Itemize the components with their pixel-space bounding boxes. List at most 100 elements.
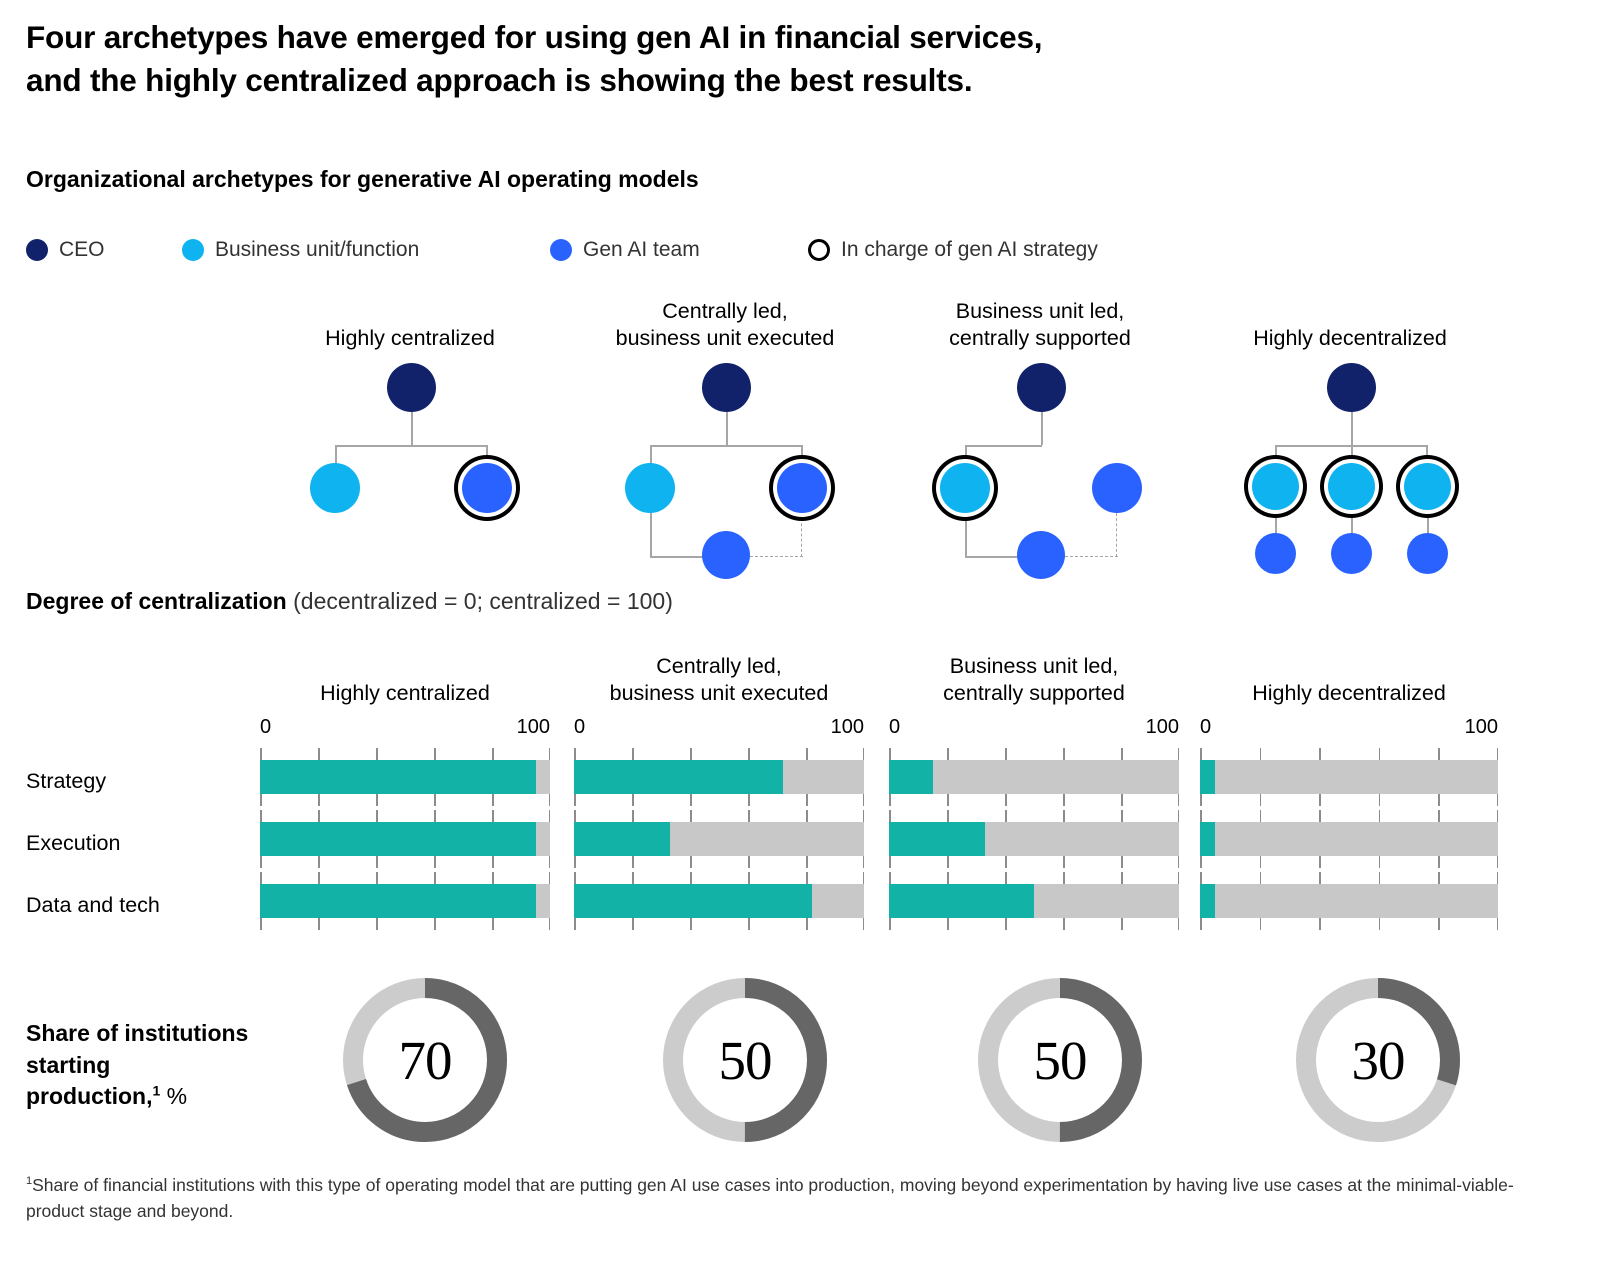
org-chart-row: Highly centralized Centrally led, busine… <box>0 295 1600 579</box>
connector-ceo-down-2 <box>726 412 728 445</box>
bar-row-data-tech-4 <box>1200 884 1498 918</box>
bar-group-title-2: Centrally led, business unit executed <box>574 650 864 708</box>
connector-horizontal-2 <box>650 445 802 447</box>
bar-fill-strategy-1 <box>260 760 536 794</box>
org-canvas-4 <box>1185 353 1515 574</box>
node-gen-ai-team-4a <box>1255 533 1296 574</box>
bar-fill-execution-1 <box>260 822 536 856</box>
legend-label-business-unit: Business unit/function <box>215 238 420 261</box>
gen-ai-team-dot-icon <box>550 239 572 261</box>
node-business-unit-in-charge-4b <box>1328 463 1375 510</box>
footnote-text: Share of financial institutions with thi… <box>26 1175 1514 1222</box>
legend-label-ceo: CEO <box>59 238 105 261</box>
section-label-archetypes: Organizational archetypes for generative… <box>26 166 699 192</box>
row-label-execution: Execution <box>26 831 121 855</box>
org-title-2-line1: Centrally led, <box>662 298 788 323</box>
connector-left-down-1 <box>335 445 337 465</box>
node-business-unit-in-charge-3 <box>940 463 990 513</box>
bar-fill-data-tech-3 <box>889 884 1034 918</box>
row-label-strategy: Strategy <box>26 769 107 793</box>
row-label-data-and-tech: Data and tech <box>26 893 160 917</box>
connector-left-down-4 <box>1275 445 1277 463</box>
bar-group-title-2-line1: Centrally led, <box>656 653 782 678</box>
donut-value-3: 50 <box>1033 1029 1088 1091</box>
connector-ceo-down-1 <box>411 412 413 445</box>
bar-fill-execution-2 <box>574 822 670 856</box>
org-title-1: Highly centralized <box>245 295 575 353</box>
bar-fill-execution-3 <box>889 822 985 856</box>
bar-group-centrally-led: Centrally led, business unit executed 0 … <box>574 650 865 968</box>
org-title-4-line1: Highly decentralized <box>1253 326 1447 351</box>
connector-dashed-bottom-2 <box>745 556 803 557</box>
title-line-2: and the highly centralized approach is s… <box>26 61 973 98</box>
plot-area-4 <box>1200 748 1498 968</box>
axis-high-4: 100 <box>1464 716 1498 738</box>
bar-row-execution-4 <box>1200 822 1498 856</box>
degree-of-centralization-label: Degree of centralization (decentralized … <box>26 588 673 615</box>
legend-item-business-unit: Business unit/function <box>182 238 419 262</box>
degree-label-normal: (decentralized = 0; centralized = 100) <box>286 588 673 614</box>
bar-group-title-3-line1: Business unit led, <box>949 653 1119 678</box>
axis-high-1: 100 <box>516 716 550 738</box>
donut-business-unit-led: 50 <box>970 970 1150 1150</box>
donut-highly-decentralized: 30 <box>1288 970 1468 1150</box>
org-title-2: Centrally led, business unit executed <box>560 295 890 353</box>
bar-row-data-tech-3 <box>889 884 1179 918</box>
bar-group-title-4-line1: Highly decentralized <box>1252 681 1446 706</box>
axis-low-2: 0 <box>574 716 586 738</box>
connector-mid-down-4 <box>1351 445 1353 463</box>
bar-fill-strategy-4 <box>1200 760 1215 794</box>
bar-group-title-4: Highly decentralized <box>1200 650 1498 708</box>
bar-fill-data-tech-2 <box>574 884 812 918</box>
org-chart-highly-decentralized: Highly decentralized <box>1185 295 1515 574</box>
connector-right-down-1 <box>486 445 488 465</box>
node-gen-ai-team-right-3 <box>1092 463 1142 513</box>
bar-fill-strategy-2 <box>574 760 783 794</box>
bar-row-strategy-4 <box>1200 760 1498 794</box>
bar-group-business-unit-led: Business unit led, centrally supported 0… <box>889 650 1180 968</box>
donut-highly-centralized: 70 <box>335 970 515 1150</box>
footnote: 1Share of financial institutions with th… <box>26 1172 1546 1225</box>
business-unit-dot-icon <box>182 239 204 261</box>
node-gen-ai-team-in-charge-1 <box>462 463 512 513</box>
plot-area-3 <box>889 748 1180 968</box>
connector-bottom-2 <box>650 556 710 558</box>
axis-low-3: 0 <box>889 716 901 738</box>
bar-fill-data-tech-4 <box>1200 884 1215 918</box>
legend-label-gen-ai-team: Gen AI team <box>583 238 700 261</box>
node-business-unit-2 <box>625 463 675 513</box>
node-gen-ai-team-lower-2 <box>702 531 750 579</box>
legend-item-ceo: CEO <box>26 238 105 262</box>
org-title-3-line2: centrally supported <box>949 326 1131 351</box>
axis-low-4: 0 <box>1200 716 1212 738</box>
bar-row-data-tech-1 <box>260 884 550 918</box>
connector-right-down-4 <box>1426 445 1428 463</box>
bar-row-strategy-2 <box>574 760 864 794</box>
node-business-unit-in-charge-4a <box>1252 463 1299 510</box>
org-title-4: Highly decentralized <box>1185 295 1515 353</box>
axis-labels-4: 0 100 <box>1200 716 1498 748</box>
infographic-page: Four archetypes have emerged for using g… <box>0 0 1600 1264</box>
org-title-2-line2: business unit executed <box>615 326 835 351</box>
title-line-1: Four archetypes have emerged for using g… <box>26 19 1043 55</box>
node-gen-ai-team-in-charge-2 <box>777 463 827 513</box>
bar-group-highly-decentralized: Highly decentralized 0 100 <box>1200 650 1498 968</box>
node-ceo-3 <box>1017 363 1066 412</box>
connector-right-down-2 <box>801 445 803 465</box>
node-ceo-2 <box>702 363 751 412</box>
legend-label-in-charge: In charge of gen AI strategy <box>841 238 1098 261</box>
org-canvas-1 <box>245 353 575 543</box>
legend-item-in-charge: In charge of gen AI strategy <box>808 238 1098 262</box>
axis-labels-3: 0 100 <box>889 716 1179 748</box>
node-gen-ai-team-4b <box>1331 533 1372 574</box>
donut-value-1: 70 <box>398 1029 453 1091</box>
bar-row-execution-3 <box>889 822 1179 856</box>
org-chart-centrally-led: Centrally led, business unit executed <box>560 295 890 579</box>
donut-value-2: 50 <box>718 1029 773 1091</box>
in-charge-ring-icon <box>808 239 830 261</box>
page-title: Four archetypes have emerged for using g… <box>26 16 1456 101</box>
axis-high-3: 100 <box>1145 716 1179 738</box>
axis-high-2: 100 <box>830 716 864 738</box>
org-chart-business-unit-led: Business unit led, centrally supported <box>875 295 1205 579</box>
plot-area-2 <box>574 748 865 968</box>
